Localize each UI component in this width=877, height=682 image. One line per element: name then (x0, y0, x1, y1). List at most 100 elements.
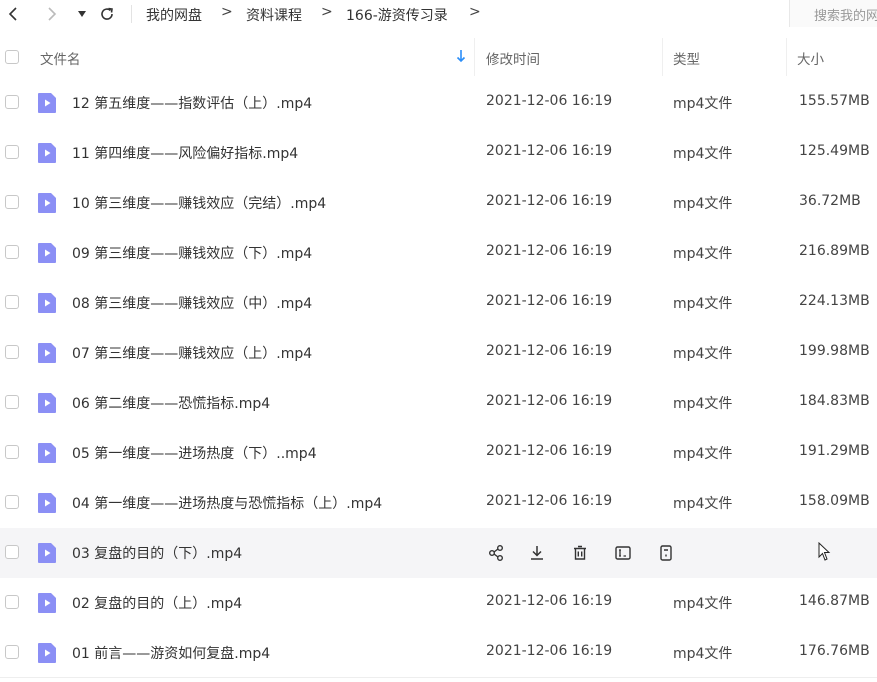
file-name[interactable]: 06 第二维度——恐慌指标.mp4 (72, 393, 270, 413)
video-file-icon (37, 242, 57, 264)
sort-down-icon[interactable] (456, 49, 466, 63)
file-modified-time: 2021-12-06 16:19 (486, 343, 613, 359)
file-name[interactable]: 07 第三维度——赚钱效应（上）.mp4 (72, 343, 312, 363)
file-row[interactable]: 03 复盘的目的（下）.mp4 (0, 528, 877, 578)
file-modified-time: 2021-12-06 16:19 (486, 643, 613, 659)
file-type: mp4文件 (673, 246, 733, 262)
file-row[interactable]: 04 第一维度——进场热度与恐慌指标（上）.mp4 2021-12-06 16:1… (0, 478, 877, 528)
row-checkbox[interactable] (5, 195, 19, 209)
file-size: 36.72MB (799, 193, 861, 209)
video-file-icon (37, 442, 57, 464)
back-button[interactable] (3, 3, 23, 25)
file-modified-time: 2021-12-06 16:19 (486, 393, 613, 409)
file-size: 199.98MB (799, 343, 870, 359)
column-divider[interactable] (474, 38, 475, 76)
video-file-icon (37, 592, 57, 614)
file-name[interactable]: 08 第三维度——赚钱效应（中）.mp4 (72, 293, 312, 313)
file-name[interactable]: 01 前言——游资如何复盘.mp4 (72, 643, 270, 663)
chevron-left-icon (8, 7, 17, 21)
file-type: mp4文件 (673, 496, 733, 512)
file-row[interactable]: 01 前言——游资如何复盘.mp4 2021-12-06 16:19 mp4文件 17… (0, 628, 877, 678)
file-row[interactable]: 06 第二维度——恐慌指标.mp4 2021-12-06 16:19 mp4文件 18… (0, 378, 877, 428)
file-type: mp4文件 (673, 446, 733, 462)
rename-button[interactable] (613, 543, 633, 563)
file-size: 216.89MB (799, 243, 870, 259)
delete-button[interactable] (570, 543, 590, 563)
file-type: mp4文件 (673, 646, 733, 662)
file-modified-time: 2021-12-06 16:19 (486, 93, 613, 109)
file-row[interactable]: 11 第四维度——风险偏好指标.mp4 2021-12-06 16:19 mp4文件… (0, 128, 877, 178)
file-type: mp4文件 (673, 396, 733, 412)
breadcrumb-item[interactable]: 166-游资传习录 (346, 5, 448, 25)
file-row[interactable]: 02 复盘的目的（上）.mp4 2021-12-06 16:19 mp4文件 146.… (0, 578, 877, 628)
video-file-icon (37, 292, 57, 314)
file-name[interactable]: 12 第五维度——指数评估（上）.mp4 (72, 93, 312, 113)
file-row[interactable]: 12 第五维度——指数评估（上）.mp4 2021-12-06 16:19 mp4文… (0, 78, 877, 128)
row-checkbox[interactable] (5, 345, 19, 359)
file-name[interactable]: 11 第四维度——风险偏好指标.mp4 (72, 143, 298, 163)
file-modified-time: 2021-12-06 16:19 (486, 293, 613, 309)
file-name[interactable]: 03 复盘的目的（下）.mp4 (72, 543, 242, 563)
file-type: mp4文件 (673, 296, 733, 312)
file-name[interactable]: 02 复盘的目的（上）.mp4 (72, 593, 242, 613)
column-type[interactable]: 类型 (673, 48, 700, 68)
column-divider[interactable] (662, 38, 663, 76)
row-checkbox[interactable] (5, 395, 19, 409)
row-checkbox[interactable] (5, 645, 19, 659)
more-icon (657, 544, 675, 562)
file-name[interactable]: 04 第一维度——进场热度与恐慌指标（上）.mp4 (72, 493, 382, 513)
column-modified[interactable]: 修改时间 (486, 48, 540, 68)
forward-button[interactable] (42, 3, 62, 25)
row-checkbox[interactable] (5, 295, 19, 309)
row-checkbox[interactable] (5, 245, 19, 259)
row-checkbox[interactable] (5, 545, 19, 559)
search-input[interactable]: 搜索我的网 (789, 0, 877, 27)
row-checkbox[interactable] (5, 495, 19, 509)
row-checkbox[interactable] (5, 95, 19, 109)
share-icon (487, 544, 505, 562)
file-size: 125.49MB (799, 143, 870, 159)
select-all-checkbox[interactable] (5, 50, 19, 64)
video-file-icon (37, 492, 57, 514)
breadcrumb-separator: > (221, 4, 233, 20)
file-name[interactable]: 10 第三维度——赚钱效应（完结）.mp4 (72, 193, 326, 213)
search-placeholder: 搜索我的网 (814, 9, 877, 24)
toolbar: 我的网盘 > 资料课程 > 166-游资传习录 > 搜索我的网 (0, 0, 877, 28)
file-type: mp4文件 (673, 346, 733, 362)
breadcrumb-item[interactable]: 资料课程 (246, 5, 302, 25)
file-row[interactable]: 10 第三维度——赚钱效应（完结）.mp4 2021-12-06 16:19 mp4… (0, 178, 877, 228)
file-name[interactable]: 05 第一维度——进场热度（下）..mp4 (72, 443, 317, 463)
row-checkbox[interactable] (5, 145, 19, 159)
file-size: 184.83MB (799, 393, 870, 409)
video-file-icon (37, 342, 57, 364)
file-modified-time: 2021-12-06 16:19 (486, 493, 613, 509)
file-row[interactable]: 05 第一维度——进场热度（下）..mp4 2021-12-06 16:19 mp4… (0, 428, 877, 478)
video-file-icon (37, 192, 57, 214)
video-file-icon (37, 142, 57, 164)
file-row[interactable]: 07 第三维度——赚钱效应（上）.mp4 2021-12-06 16:19 mp4文… (0, 328, 877, 378)
file-row[interactable]: 09 第三维度——赚钱效应（下）.mp4 2021-12-06 16:19 mp4文… (0, 228, 877, 278)
breadcrumb-item[interactable]: 我的网盘 (146, 5, 202, 25)
video-file-icon (37, 392, 57, 414)
file-size: 155.57MB (799, 93, 870, 109)
mouse-cursor-icon (818, 542, 831, 561)
refresh-button[interactable] (97, 3, 117, 25)
column-name[interactable]: 文件名 (40, 48, 81, 68)
delete-icon (571, 544, 589, 562)
video-file-icon (37, 542, 57, 564)
history-dropdown[interactable] (72, 3, 92, 25)
row-checkbox[interactable] (5, 445, 19, 459)
file-modified-time: 2021-12-06 16:19 (486, 243, 613, 259)
caret-down-icon (78, 11, 86, 17)
file-row[interactable]: 08 第三维度——赚钱效应（中）.mp4 2021-12-06 16:19 mp4文… (0, 278, 877, 328)
column-divider[interactable] (786, 38, 787, 76)
row-checkbox[interactable] (5, 595, 19, 609)
file-name[interactable]: 09 第三维度——赚钱效应（下）.mp4 (72, 243, 312, 263)
more-button[interactable] (656, 543, 676, 563)
column-size[interactable]: 大小 (797, 48, 824, 68)
file-modified-time: 2021-12-06 16:19 (486, 143, 613, 159)
list-bottom-border (0, 677, 877, 678)
share-button[interactable] (486, 543, 506, 563)
download-button[interactable] (527, 543, 547, 563)
refresh-icon (101, 7, 113, 20)
